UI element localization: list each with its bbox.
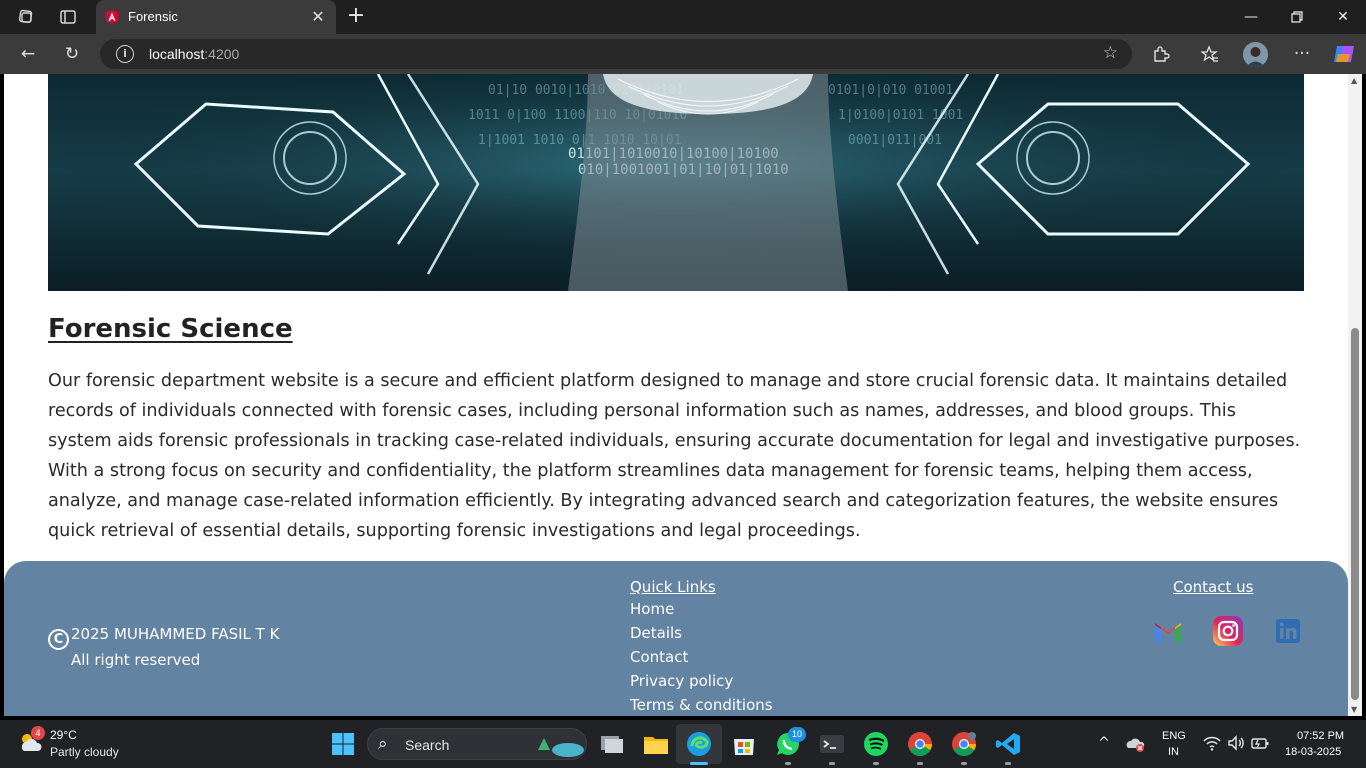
article-paragraph-1: Our forensic department website is a sec… <box>48 371 1301 451</box>
chrome-profile-icon[interactable] <box>950 730 978 758</box>
back-arrow-icon[interactable]: ← <box>16 42 40 66</box>
windows-start-icon[interactable] <box>331 732 355 756</box>
tab-bar: Forensic ✕ + — ✕ <box>0 0 1366 34</box>
article-paragraph-2: With a strong focus on security and conf… <box>48 461 1279 541</box>
site-footer: C 2025 MUHAMMED FASIL T K All right reser… <box>4 561 1348 716</box>
weather-badge: 4 <box>31 726 45 740</box>
quick-links-heading: Quick Links <box>630 578 716 596</box>
article-title: Forensic Science <box>48 314 293 344</box>
copilot-icon[interactable] <box>1332 42 1356 66</box>
scroll-up-icon[interactable]: ▲ <box>1351 76 1359 85</box>
url-text: localhost:4200 <box>149 46 239 62</box>
profile-avatar[interactable] <box>1243 42 1268 67</box>
hero-fingerprint-image: 01|10 0010|1010 0101|0101 1011 0|100 110… <box>48 74 1304 291</box>
edge-icon[interactable] <box>685 730 713 758</box>
search-highlight-icon <box>538 738 584 757</box>
chrome-running-indicator <box>917 762 923 765</box>
spotify-icon[interactable] <box>862 730 890 758</box>
edge-running-indicator <box>690 762 708 765</box>
star-icon[interactable]: ☆ <box>1103 43 1118 63</box>
browser-toolbar: ← ↻ i localhost:4200 ☆ ··· <box>0 34 1366 74</box>
tab-actions-icon[interactable] <box>56 5 80 29</box>
tray-overflow-icon[interactable]: ^ <box>1094 734 1114 752</box>
onedrive-icon[interactable] <box>1126 735 1146 753</box>
tab-close-icon[interactable]: ✕ <box>308 7 328 27</box>
close-window-icon[interactable]: ✕ <box>1320 0 1366 34</box>
contact-heading: Contact us <box>1173 578 1254 596</box>
restore-icon[interactable] <box>1274 0 1320 34</box>
battery-icon[interactable] <box>1250 735 1270 751</box>
clock-time[interactable]: 07:52 PM <box>1297 730 1344 742</box>
volume-icon[interactable] <box>1226 735 1246 751</box>
workspaces-icon[interactable] <box>14 5 38 29</box>
file-explorer-icon[interactable] <box>642 730 670 758</box>
chrome-icon[interactable] <box>906 730 934 758</box>
microsoft-store-icon[interactable] <box>730 730 758 758</box>
clock-date[interactable]: 18-03-2025 <box>1285 746 1341 758</box>
language-indicator[interactable]: ENG <box>1162 730 1186 742</box>
more-icon[interactable]: ··· <box>1290 42 1314 66</box>
instagram-icon[interactable] <box>1212 615 1244 647</box>
site-info-icon[interactable]: i <box>116 45 134 63</box>
scroll-down-icon[interactable]: ▼ <box>1351 705 1359 714</box>
address-bar[interactable]: i localhost:4200 ☆ <box>100 39 1132 69</box>
quick-link-home[interactable]: Home <box>630 599 773 623</box>
extensions-icon[interactable] <box>1149 42 1173 66</box>
scroll-thumb[interactable] <box>1351 328 1359 700</box>
svg-text:0101|0|010 01001: 0101|0|010 01001 <box>828 83 953 98</box>
page-scrollbar[interactable]: ▲ ▼ <box>1348 74 1362 716</box>
linkedin-icon[interactable] <box>1272 615 1304 647</box>
new-tab-icon[interactable]: + <box>344 5 368 29</box>
terminal-running-indicator <box>829 762 835 765</box>
tab-forensic[interactable]: Forensic ✕ <box>96 0 336 34</box>
quick-link-privacy[interactable]: Privacy policy <box>630 671 773 695</box>
region-indicator[interactable]: IN <box>1168 746 1179 758</box>
angular-favicon-icon <box>105 10 119 24</box>
whatsapp-badge: 10 <box>788 727 806 742</box>
chrome-profile-running-indicator <box>961 762 967 765</box>
task-view-icon[interactable] <box>598 730 626 758</box>
copyright-text: 2025 MUHAMMED FASIL T K <box>71 625 280 643</box>
rights-text: All right reserved <box>71 651 201 669</box>
copyright: C 2025 MUHAMMED FASIL T K <box>48 625 279 650</box>
minimize-icon[interactable]: — <box>1228 0 1274 34</box>
quick-links-list: Home Details Contact Privacy policy Term… <box>630 599 773 716</box>
quick-link-terms[interactable]: Terms & conditions <box>630 695 773 716</box>
copyright-icon: C <box>48 629 69 650</box>
weather-condition[interactable]: Partly cloudy <box>50 745 119 759</box>
spotify-running-indicator <box>873 762 879 765</box>
url-host: localhost <box>149 46 205 62</box>
page-viewport: 01|10 0010|1010 0101|0101 1011 0|100 110… <box>4 74 1348 716</box>
weather-temperature[interactable]: 29°C <box>50 728 77 742</box>
search-icon: ⌕ <box>378 734 388 754</box>
search-label: Search <box>405 737 450 753</box>
quick-link-details[interactable]: Details <box>630 623 773 647</box>
quick-link-contact[interactable]: Contact <box>630 647 773 671</box>
vscode-icon[interactable] <box>994 730 1022 758</box>
whatsapp-running-indicator <box>785 762 791 765</box>
refresh-icon[interactable]: ↻ <box>60 42 84 66</box>
url-port: :4200 <box>204 46 240 62</box>
vscode-running-indicator <box>1005 762 1011 765</box>
terminal-icon[interactable] <box>818 730 846 758</box>
wifi-icon[interactable] <box>1202 735 1222 751</box>
favorites-icon[interactable] <box>1198 42 1222 66</box>
taskbar-search[interactable]: ⌕ Search <box>367 728 587 760</box>
tab-title: Forensic <box>128 9 178 24</box>
taskbar: 4 29°C Partly cloudy ⌕ Search 10 ^ ENG I… <box>0 720 1366 768</box>
gmail-icon[interactable] <box>1152 615 1184 647</box>
